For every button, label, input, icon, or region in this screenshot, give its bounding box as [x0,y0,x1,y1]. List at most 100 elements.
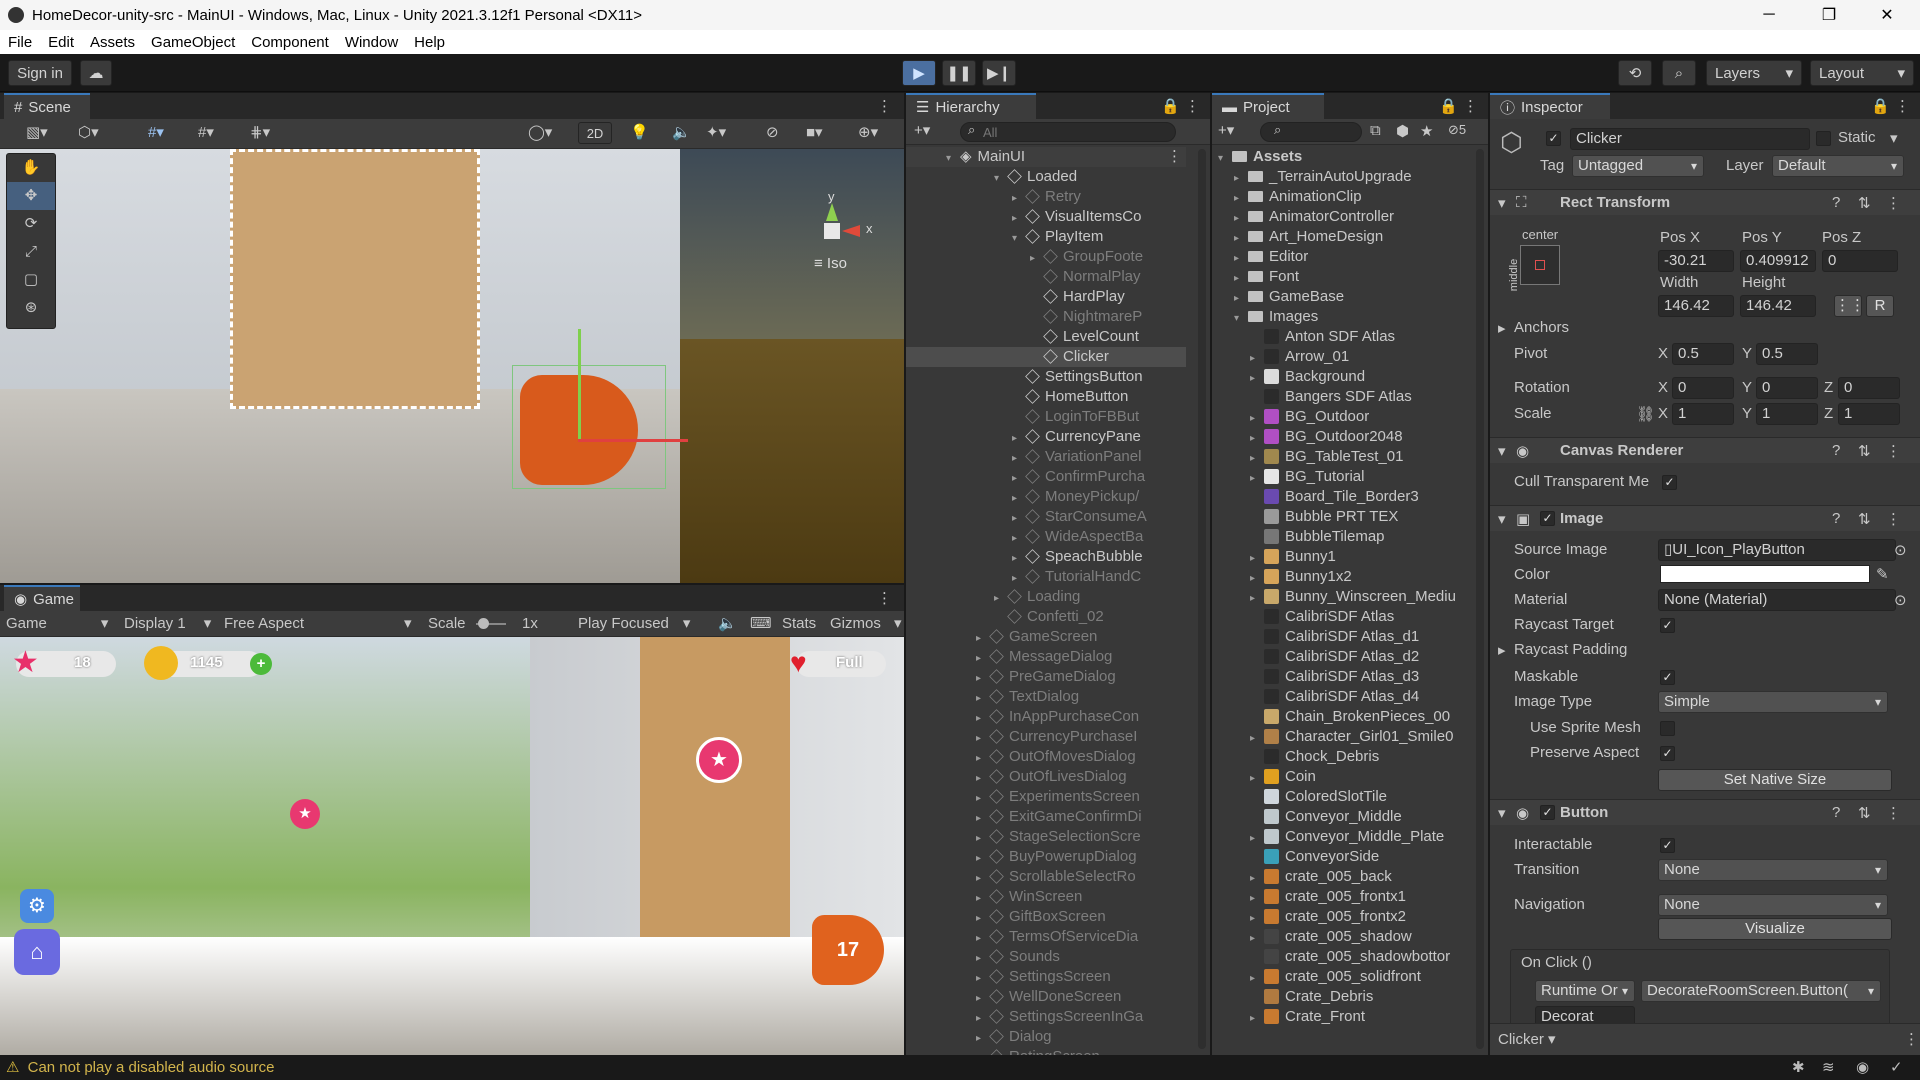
more-menu-icon[interactable]: ⋮ [1167,147,1182,167]
hierarchy-item[interactable]: ▾ Loaded [906,167,1186,187]
more-menu-icon[interactable]: ⋮ [1185,97,1200,115]
hierarchy-item[interactable]: ▸ WellDoneScreen [906,987,1186,1007]
expand-arrow-icon[interactable]: ▸ [1250,769,1264,789]
help-icon[interactable]: ? [1832,442,1840,459]
color-swatch[interactable] [1660,565,1870,583]
expand-arrow-icon[interactable]: ▸ [1250,1009,1264,1029]
sign-in-button[interactable]: Sign in [8,60,72,86]
expand-arrow-icon[interactable]: ▸ [976,749,990,769]
hidden-packages-icon[interactable]: ⊘5 [1448,122,1466,138]
hierarchy-item[interactable]: ▸ WinScreen [906,887,1186,907]
pivot-x-field[interactable]: 0.5 [1672,343,1734,365]
menu-file[interactable]: File [0,34,40,51]
object-name-field[interactable]: Clicker [1570,128,1810,150]
hierarchy-scrollbar[interactable] [1198,149,1206,1049]
rotation-x-field[interactable]: 0 [1672,377,1734,399]
expand-arrow-icon[interactable]: ▸ [976,649,990,669]
active-checkbox[interactable]: ✓ [1546,131,1561,146]
expand-arrow-icon[interactable]: ▸ [976,789,990,809]
grid-visibility-icon[interactable]: ⋕▾ [250,123,270,141]
cull-transparent-checkbox[interactable]: ✓ [1662,475,1677,490]
expand-arrow-icon[interactable]: ▸ [1250,909,1264,929]
source-image-field[interactable]: ▯UI_Icon_PlayButton [1658,539,1896,561]
pos-z-field[interactable]: 0 [1822,250,1898,272]
expand-arrow-icon[interactable]: ▸ [976,989,990,1009]
expand-arrow-icon[interactable]: ▸ [1012,429,1026,449]
pos-x-field[interactable]: -30.21 [1658,250,1734,272]
layout-dropdown[interactable]: Layout ▾ [1810,60,1914,86]
hierarchy-item[interactable]: ▸ WideAspectBa [906,527,1186,547]
expand-arrow-icon[interactable]: ▸ [1250,969,1264,989]
height-field[interactable]: 146.42 [1740,295,1816,317]
expand-arrow-icon[interactable]: ▸ [1234,189,1248,209]
function-dropdown[interactable]: DecorateRoomScreen.Button( [1641,980,1881,1002]
hierarchy-root-row[interactable]: ▾ ◈ MainUI ⋮ [906,147,1186,167]
more-menu-icon[interactable]: ⋮ [1886,804,1901,822]
expand-arrow-icon[interactable]: ▸ [976,709,990,729]
search-by-label-icon[interactable]: ⬢ [1396,122,1409,140]
close-button[interactable]: ✕ [1864,0,1910,30]
draw-gizmo-icon[interactable]: ◯▾ [528,123,552,141]
hierarchy-item[interactable]: ▸ SpeachBubble [906,547,1186,567]
scale-slider-thumb[interactable] [478,618,489,629]
expand-arrow-icon[interactable]: ▸ [976,869,990,889]
project-item[interactable]: ▸ Conveyor_Middle_Plate [1212,827,1472,847]
raycast-padding-foldout[interactable]: Raycast Padding [1514,641,1627,658]
scene-viewport[interactable]: y x ≡ Iso [0,149,904,583]
hierarchy-item[interactable]: ▸ Sounds [906,947,1186,967]
navigation-dropdown[interactable]: None [1658,894,1888,916]
more-menu-icon[interactable]: ⋮ [1895,97,1910,115]
help-icon[interactable]: ? [1832,510,1840,527]
project-item[interactable]: ▸ Character_Girl01_Smile0 [1212,727,1472,747]
home-icon[interactable]: ⌂ [14,929,60,975]
hierarchy-search-input[interactable] [960,122,1176,142]
hidden-objects-icon[interactable]: ⊘ [766,123,779,141]
hierarchy-item[interactable]: ▸ ExperimentsScreen [906,787,1186,807]
iso-label[interactable]: ≡ Iso [814,255,847,272]
hierarchy-item[interactable]: ▸ ScrollableSelectRo [906,867,1186,887]
expand-arrow-icon[interactable]: ▸ [1250,569,1264,589]
grid-snap-icon[interactable]: #▾ [148,123,164,141]
hierarchy-item[interactable]: ▸ Dialog [906,1027,1186,1047]
game-mode-dropdown[interactable]: Game ▾ [6,614,108,634]
favorite-icon[interactable]: ★ [1420,122,1433,140]
expand-arrow-icon[interactable]: ▸ [1012,489,1026,509]
hierarchy-item[interactable]: NightmareP [906,307,1186,327]
expand-arrow-icon[interactable]: ▸ [1012,549,1026,569]
project-item[interactable]: CalibriSDF Atlas_d4 [1212,687,1472,707]
menu-help[interactable]: Help [406,34,453,51]
project-item[interactable]: ▸ BG_Outdoor2048 [1212,427,1472,447]
more-menu-icon[interactable]: ⋮ [1463,97,1478,115]
image-type-dropdown[interactable]: Simple [1658,691,1888,713]
history-icon[interactable]: ⟲ [1618,60,1652,86]
help-icon[interactable]: ? [1832,194,1840,211]
orientation-gizmo[interactable]: y x ≡ Iso [806,189,873,272]
expand-arrow-icon[interactable]: ▾ [1012,229,1026,249]
hierarchy-item[interactable]: ▸ MoneyPickup/ [906,487,1186,507]
hierarchy-item[interactable]: ▸ TutorialHandC [906,567,1186,587]
mute-audio-icon[interactable]: 🔈 [718,614,737,634]
material-field[interactable]: None (Material) [1658,589,1896,611]
chevron-down-icon[interactable]: ▾ [894,614,902,634]
move-tool-icon[interactable]: ✥ [7,182,55,210]
project-item[interactable]: Chock_Debris [1212,747,1472,767]
project-item[interactable]: ▸ BG_TableTest_01 [1212,447,1472,467]
hierarchy-item[interactable]: ▸ Retry [906,187,1186,207]
project-scrollbar[interactable] [1476,149,1484,1049]
expand-arrow-icon[interactable]: ▸ [976,629,990,649]
scale-x-field[interactable]: 1 [1672,403,1734,425]
hierarchy-item[interactable]: Clicker [906,347,1186,367]
hierarchy-item[interactable]: ▸ PreGameDialog [906,667,1186,687]
expand-arrow-icon[interactable]: ▸ [1250,589,1264,609]
expand-arrow-icon[interactable]: ▸ [976,689,990,709]
interactable-checkbox[interactable]: ✓ [1660,838,1675,853]
rotation-z-field[interactable]: 0 [1838,377,1900,399]
add-object-button[interactable]: +▾ [914,121,930,139]
more-menu-icon[interactable]: ⋮ [1886,510,1901,528]
tab-scene[interactable]: # Scene [4,93,90,119]
chevron-down-icon[interactable]: ▾ [1890,129,1898,147]
blueprint-mode-button[interactable]: ⋮⋮ [1834,295,1865,317]
hierarchy-item[interactable]: ▸ GameScreen [906,627,1186,647]
tab-inspector[interactable]: ⓘ Inspector [1490,93,1610,119]
hierarchy-item[interactable]: LevelCount [906,327,1186,347]
